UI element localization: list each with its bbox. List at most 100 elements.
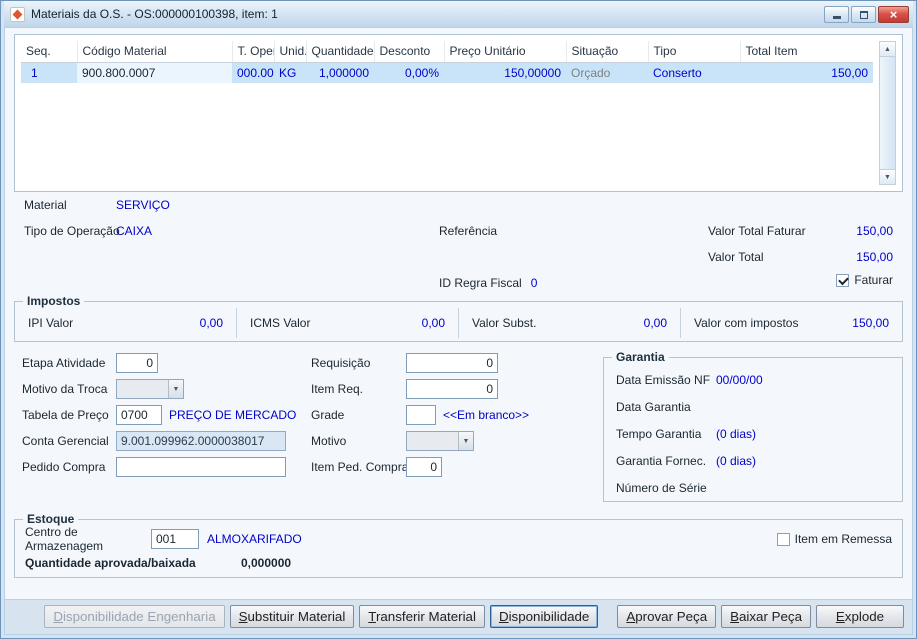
minimize-button[interactable] <box>824 5 849 23</box>
requisicao-label: Requisição <box>311 356 371 370</box>
form-row: Pedido Compra Item Ped. Compra <box>22 454 595 480</box>
ipi-valor: IPI Valor 0,00 <box>15 308 237 338</box>
transferir-material-button[interactable]: Transferir Material <box>359 605 485 628</box>
substituir-material-button[interactable]: Substituir Material <box>229 605 355 628</box>
garantia-row: Data Garantia <box>604 393 902 420</box>
maximize-icon <box>859 10 868 19</box>
motivo-select[interactable]: ▼ <box>406 431 474 451</box>
dropdown-arrow-icon: ▼ <box>168 380 183 398</box>
item-em-remessa-checkbox[interactable] <box>776 532 790 546</box>
tabela-preco-label: Tabela de Preço <box>22 408 109 422</box>
centro-armazenagem-label: Centro de Armazenagem <box>25 525 104 553</box>
dialog-window: Materiais da O.S. - OS:000000100398, ite… <box>0 0 917 639</box>
id-regra-fiscal-label: ID Regra Fiscal <box>439 276 522 290</box>
cell-situacao[interactable]: Orçado <box>566 62 648 83</box>
tipo-operacao-value: CAIXA <box>116 224 153 238</box>
centro-armazenagem-row: Centro de Armazenagem ALMOXARIFADO Item … <box>15 525 902 553</box>
faturar-checkbox[interactable] <box>836 273 850 287</box>
data-emissao-nf-value: 00/00/00 <box>716 372 763 387</box>
requisicao-field[interactable] <box>406 353 498 373</box>
button-label: Aprovar Peça <box>626 609 708 624</box>
explode-button[interactable]: Explode <box>816 605 904 628</box>
app-icon[interactable] <box>10 6 25 22</box>
form-row: Etapa Atividade Requisição <box>22 350 595 376</box>
referencia-label: Referência <box>439 224 498 238</box>
impostos-legend: Impostos <box>27 294 81 308</box>
col-unid: Unid. <box>274 41 307 63</box>
item-em-remessa-label: Item em Remessa <box>794 532 892 546</box>
cell-tipo[interactable]: Conserto <box>648 62 740 83</box>
cell-total-item[interactable]: 150,00 <box>740 62 873 83</box>
grade-label: Grade <box>311 408 345 422</box>
item-ped-compra-field[interactable] <box>406 457 442 477</box>
data-garantia-label: Data Garantia <box>616 399 691 414</box>
data-emissao-nf-label: Data Emissão NF <box>616 372 711 387</box>
disponibilidade-button[interactable]: Disponibilidade <box>489 605 599 628</box>
col-total-item: Total Item <box>740 41 873 63</box>
pedido-compra-field[interactable] <box>116 457 286 477</box>
id-regra-fiscal: ID Regra Fiscal 0 <box>439 276 537 290</box>
cell-seq[interactable]: 1 <box>21 62 77 83</box>
garantia-row: Garantia Fornec. (0 dias) <box>604 447 902 474</box>
etapa-atividade-field[interactable] <box>116 353 158 373</box>
id-regra-fiscal-value: 0 <box>530 276 538 290</box>
scrollbar-thumb[interactable] <box>880 57 895 169</box>
valor-com-impostos-value: 150,00 <box>852 316 889 330</box>
cell-desconto[interactable]: 0,00% <box>374 62 444 83</box>
col-quantidade: Quantidade <box>306 41 375 63</box>
form-row: Conta Gerencial Motivo ▼ <box>22 428 595 454</box>
cell-t-oper[interactable]: 000.00 <box>232 62 274 83</box>
quantidade-aprovada-value: 0,000000 <box>241 556 292 570</box>
valor-subst: Valor Subst. 0,00 <box>459 308 681 338</box>
col-t-oper: T. Oper <box>232 41 275 63</box>
minimize-icon <box>832 15 841 19</box>
button-label: Disponibilidade Engenharia <box>53 609 216 624</box>
conta-gerencial-label: Conta Gerencial <box>22 434 109 448</box>
baixar-peca-button[interactable]: Baixar Peça <box>721 605 811 628</box>
conta-gerencial-field[interactable] <box>116 431 286 451</box>
faturar-option: Faturar <box>836 273 893 287</box>
valor-total-faturar-label: Valor Total Faturar <box>708 224 806 238</box>
icms-valor-value: 0,00 <box>421 316 445 330</box>
disponibilidade-engenharia-button[interactable]: Disponibilidade Engenharia <box>44 605 225 628</box>
centro-armazenagem-field[interactable] <box>151 529 199 549</box>
aprovar-peca-button[interactable]: Aprovar Peça <box>617 605 717 628</box>
cell-codigo-material[interactable]: 900.800.0007 <box>77 62 232 83</box>
garantia-legend: Garantia <box>616 350 665 364</box>
title-bar[interactable]: Materiais da O.S. - OS:000000100398, ite… <box>4 1 913 27</box>
tabela-preco-field[interactable] <box>116 405 162 425</box>
garantia-fornec-label: Garantia Fornec. <box>616 453 707 468</box>
maximize-button[interactable] <box>851 5 876 23</box>
button-label: Transferir Material <box>368 609 476 624</box>
window-title: Materiais da O.S. - OS:000000100398, ite… <box>31 7 278 21</box>
form-fields: Etapa Atividade Requisição Motivo da Tro… <box>14 350 595 480</box>
table-row[interactable]: 1 900.800.0007 000.00 KG 1,000000 0,00% … <box>21 62 873 83</box>
cell-unid[interactable]: KG <box>274 62 306 83</box>
cell-preco-unitario[interactable]: 150,00000 <box>444 62 566 83</box>
materials-grid: Seq. Código Material T. Oper Unid. Quant… <box>21 41 873 83</box>
item-req-field[interactable] <box>406 379 498 399</box>
item-req-label: Item Req. <box>311 382 364 396</box>
garantia-row: Número de Série <box>604 474 902 501</box>
close-button[interactable]: × <box>878 5 909 23</box>
footer-button-bar: Disponibilidade Engenharia Substituir Ma… <box>5 599 912 634</box>
motivo-label: Motivo <box>311 434 347 448</box>
dialog-content: Seq. Código Material T. Oper Unid. Quant… <box>4 27 913 635</box>
tempo-garantia-value: (0 dias) <box>716 426 757 441</box>
grade-field[interactable] <box>406 405 436 425</box>
impostos-groupbox: Impostos IPI Valor 0,00 ICMS Valor 0,00 … <box>14 294 903 342</box>
form-area: Etapa Atividade Requisição Motivo da Tro… <box>14 350 903 502</box>
grid-scrollbar[interactable]: ▲ ▼ <box>879 41 896 185</box>
col-tipo: Tipo <box>648 41 741 63</box>
valor-total-faturar-value: 150,00 <box>856 224 893 238</box>
faturar-label: Faturar <box>854 273 893 287</box>
centro-armazenagem-desc: ALMOXARIFADO <box>207 532 302 546</box>
col-preco-unitario: Preço Unitário <box>444 41 567 63</box>
scroll-up-icon[interactable]: ▲ <box>880 42 895 57</box>
dropdown-arrow-icon: ▼ <box>458 432 473 450</box>
scroll-down-icon[interactable]: ▼ <box>880 169 895 184</box>
etapa-atividade-label: Etapa Atividade <box>22 356 106 370</box>
cell-quantidade[interactable]: 1,000000 <box>306 62 374 83</box>
col-codigo-material: Código Material <box>77 41 233 63</box>
motivo-troca-select[interactable]: ▼ <box>116 379 184 399</box>
